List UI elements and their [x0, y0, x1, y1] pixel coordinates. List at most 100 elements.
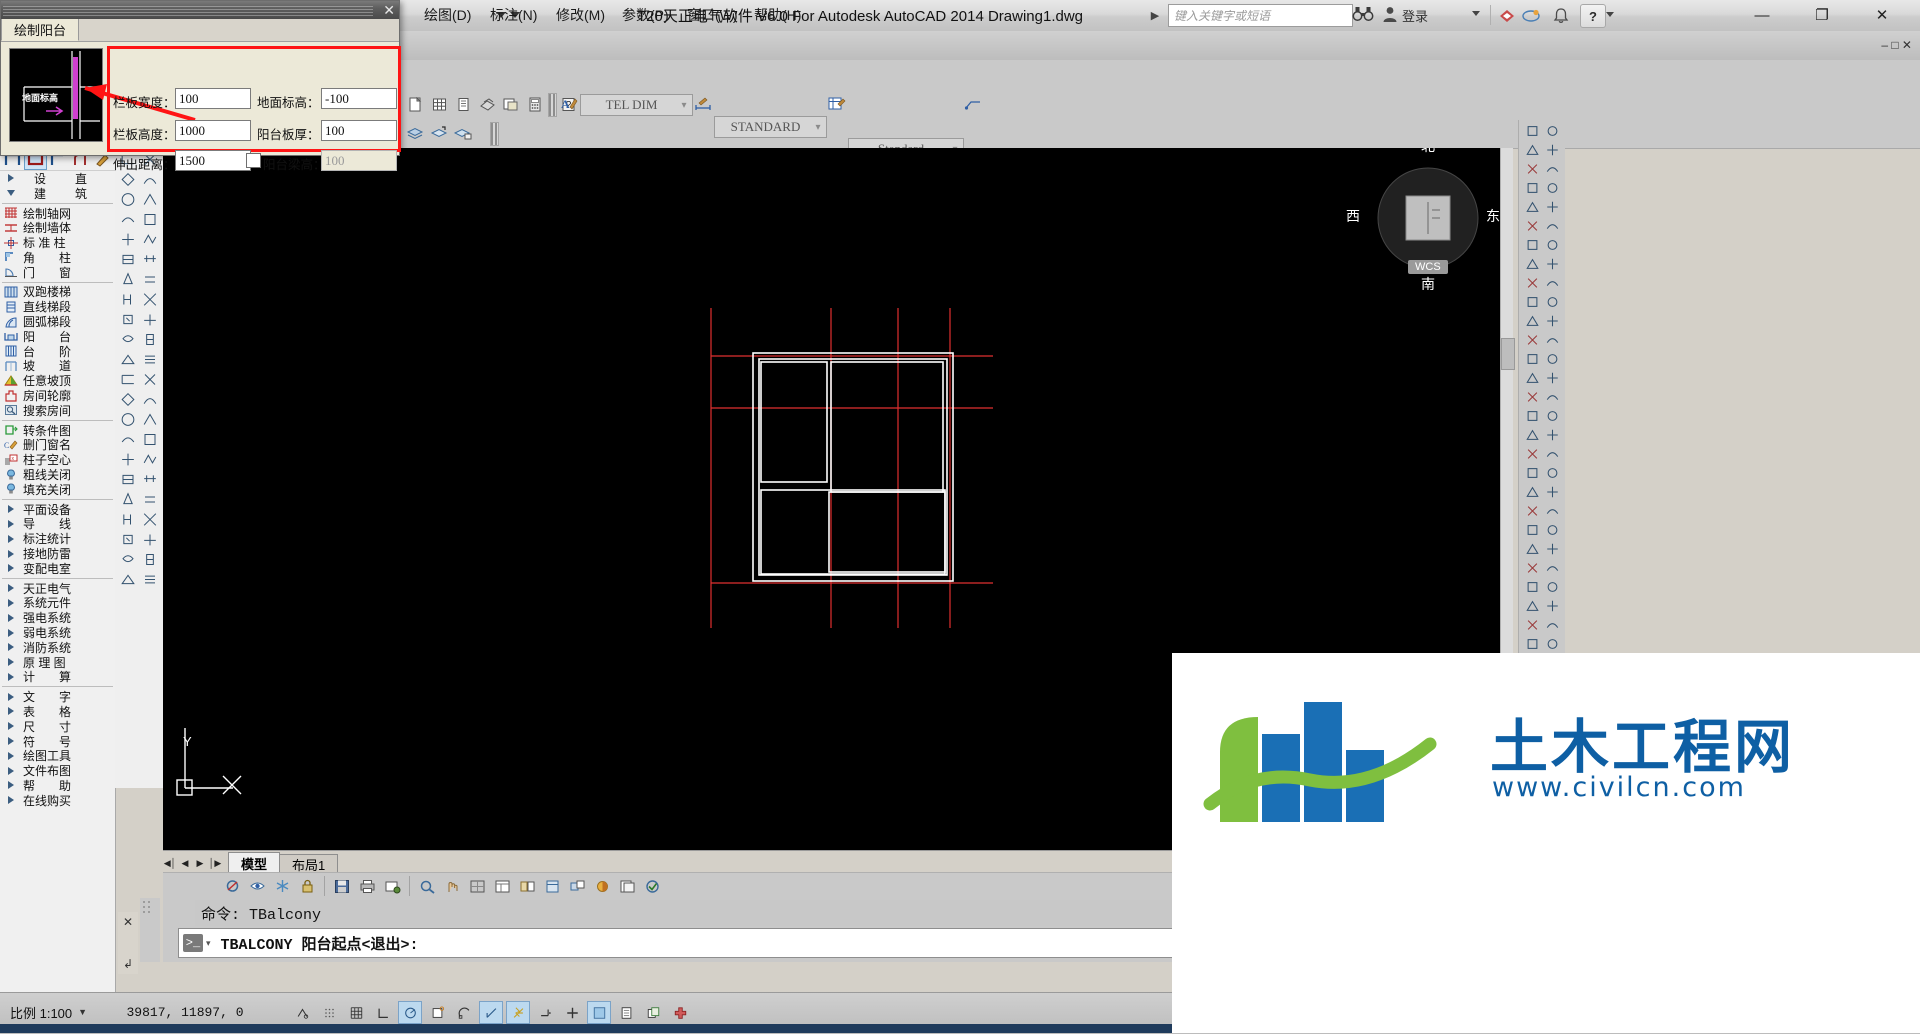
- trim-obj-icon[interactable]: [1543, 446, 1561, 462]
- drawing-canvas-lower[interactable]: Y: [163, 728, 1173, 850]
- designcenter-icon[interactable]: [516, 875, 538, 897]
- split-tool-icon[interactable]: [140, 550, 160, 568]
- sidebar-item-2-2[interactable]: x 柱子空心: [0, 452, 115, 467]
- document-window-controls[interactable]: – □ ✕: [1881, 38, 1912, 52]
- sidebar-item-2-1[interactable]: C 删门窗名: [0, 438, 115, 452]
- exchange-apps-icon[interactable]: [1496, 5, 1518, 26]
- checkbox-balcony-beam[interactable]: [246, 153, 261, 168]
- notification-icon[interactable]: [1550, 5, 1572, 26]
- zoom-window-icon[interactable]: [1523, 123, 1541, 139]
- cancel-tool-icon[interactable]: [140, 290, 160, 308]
- pyramid-tool-icon[interactable]: [118, 570, 138, 588]
- cancel-tool-icon[interactable]: [140, 510, 160, 528]
- orbit-icon[interactable]: [1523, 161, 1541, 177]
- status-toggle-group[interactable]: [290, 1001, 692, 1024]
- sidebar-item-0-4[interactable]: 门 窗: [0, 265, 115, 280]
- cross-tool-icon[interactable]: [140, 370, 160, 388]
- list-tool-icon[interactable]: [140, 570, 160, 588]
- table-icon[interactable]: [428, 93, 450, 115]
- pan-realtime-icon[interactable]: [1543, 560, 1561, 576]
- circle-tool-icon[interactable]: [118, 190, 138, 208]
- scale-obj-icon[interactable]: [1523, 446, 1541, 462]
- zoom-extents-icon[interactable]: [1543, 332, 1561, 348]
- status-toggle-object-snap-tracking[interactable]: [479, 1001, 503, 1024]
- search-input[interactable]: 键入关键字或短语: [1168, 4, 1353, 27]
- render-icon[interactable]: [591, 875, 613, 897]
- sidebar-collapse-row-2[interactable]: 建 筑: [0, 186, 115, 201]
- status-toggle-snap-mode[interactable]: [317, 1001, 341, 1024]
- move-obj-icon[interactable]: [1523, 427, 1541, 443]
- rectangle-tool-icon[interactable]: [140, 430, 160, 448]
- dialog-tab-balcony[interactable]: 绘制阳台: [1, 18, 80, 41]
- sidebar-item-1-6[interactable]: 任意坡顶: [0, 373, 115, 388]
- array-obj-icon[interactable]: [1523, 484, 1541, 500]
- cross-axis-tool-icon[interactable]: [140, 530, 160, 548]
- tab-first-button[interactable]: ◀│: [163, 854, 177, 872]
- dim-angular-icon[interactable]: [1543, 522, 1561, 538]
- spline-tool-icon[interactable]: [118, 430, 138, 448]
- user-avatar-icon[interactable]: [1381, 5, 1399, 25]
- text-style-icon[interactable]: A: [558, 93, 580, 115]
- rectangle-tool-icon[interactable]: [140, 210, 160, 228]
- hatch-tool-icon[interactable]: [140, 270, 160, 288]
- title-overflow-icon[interactable]: ▶: [1148, 7, 1162, 23]
- sidebar-item-4-0[interactable]: 天正电气: [0, 581, 115, 596]
- sidebar-item-0-2[interactable]: 标 准 柱: [0, 235, 115, 250]
- zoom-window-icon[interactable]: [1523, 541, 1541, 557]
- left-sidebar[interactable]: 设 直 建 筑 绘制轴网 绘制墙体标 准 柱角 柱门 窗双跑楼梯 直线梯段 圆弧梯段阳…: [0, 148, 116, 993]
- plot-icon[interactable]: [476, 93, 498, 115]
- triangle-tool-icon[interactable]: [140, 410, 160, 428]
- status-toggle-selection-cycling[interactable]: [668, 1001, 692, 1024]
- hatch-tool-icon[interactable]: [140, 490, 160, 508]
- layer-lock-icon[interactable]: [296, 875, 318, 897]
- line-tool-icon[interactable]: [118, 370, 138, 388]
- orbit-icon[interactable]: [1523, 370, 1541, 386]
- rotate-obj-icon[interactable]: [1543, 427, 1561, 443]
- sidebar-item-5-4[interactable]: 绘图工具: [0, 748, 115, 763]
- dim-angular-icon[interactable]: [1543, 313, 1561, 329]
- sidebar-item-2-4[interactable]: 填充关闭: [0, 482, 115, 497]
- sidebar-item-4-4[interactable]: 消防系统: [0, 640, 115, 655]
- extend-obj-icon[interactable]: [1523, 465, 1541, 481]
- sidebar-item-0-3[interactable]: 角 柱: [0, 250, 115, 265]
- sidebar-item-1-5[interactable]: 坡 道: [0, 359, 115, 373]
- status-toggle-transparency[interactable]: [614, 1001, 638, 1024]
- scale-selector[interactable]: 比例 1:100 ▼: [4, 1001, 93, 1023]
- new-file-icon[interactable]: [404, 93, 426, 115]
- zoom-previous-icon[interactable]: [1523, 142, 1541, 158]
- sidebar-item-5-7[interactable]: 在线购买: [0, 793, 115, 808]
- toolpalette-icon[interactable]: [541, 875, 563, 897]
- toolbar-layer-group[interactable]: [404, 122, 474, 144]
- visual-style-icon[interactable]: [1543, 370, 1561, 386]
- sidebar-item-4-1[interactable]: 系统元件: [0, 596, 115, 610]
- pan-realtime-icon[interactable]: [1543, 142, 1561, 158]
- match-prop-icon[interactable]: [1523, 408, 1541, 424]
- sidebar-item-4-6[interactable]: 计 算: [0, 670, 115, 684]
- triangle-tool-icon[interactable]: [140, 190, 160, 208]
- tab-model[interactable]: 模型: [228, 852, 281, 873]
- sidebar-item-1-2[interactable]: 圆弧梯段: [0, 314, 115, 329]
- zoom-extents-icon[interactable]: [1543, 123, 1561, 139]
- arc-tool-icon[interactable]: [140, 390, 160, 408]
- offset-obj-icon[interactable]: [1543, 484, 1561, 500]
- circle-tool-icon[interactable]: [118, 410, 138, 428]
- sidebar-item-4-5[interactable]: 原 理 图: [0, 655, 115, 670]
- scale-obj-icon[interactable]: [1523, 237, 1541, 253]
- sidebar-item-5-6[interactable]: 帮 助: [0, 778, 115, 793]
- menu-parametric[interactable]: 参数(P): [613, 4, 678, 25]
- zoom-window-icon[interactable]: [1523, 332, 1541, 348]
- dialog-title-bar[interactable]: ✕: [1, 1, 399, 19]
- measure-obj-icon[interactable]: [1543, 294, 1561, 310]
- calculator-icon[interactable]: [524, 93, 546, 115]
- solid-tool-icon[interactable]: [118, 490, 138, 508]
- dim-style-combo[interactable]: STANDARD ▾: [714, 116, 827, 138]
- toolbar-grip[interactable]: [548, 93, 557, 117]
- canvas-vertical-scrollbar[interactable]: [1500, 148, 1515, 728]
- autohide-icon[interactable]: ↲: [123, 957, 133, 971]
- copy-obj-icon[interactable]: [1543, 199, 1561, 215]
- polyline-tool-icon[interactable]: [140, 450, 160, 468]
- measure-obj-icon[interactable]: [1543, 503, 1561, 519]
- command-prompt-icon[interactable]: >_: [183, 934, 203, 952]
- sidebar-item-0-0[interactable]: 绘制轴网: [0, 206, 115, 221]
- visual-style-icon[interactable]: [1543, 161, 1561, 177]
